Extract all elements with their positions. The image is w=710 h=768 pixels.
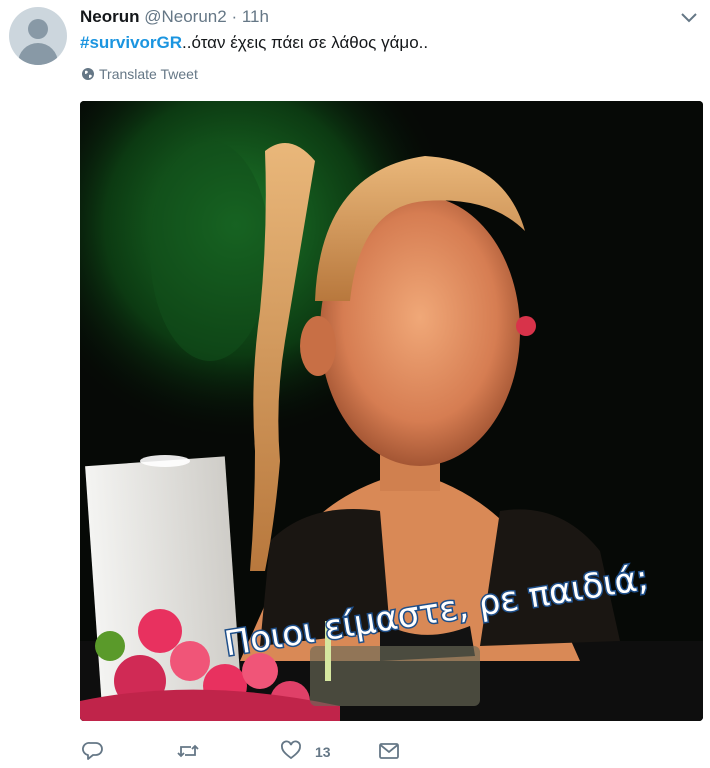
- photo-content: Ποιοι είμαστε, ρε παιδιά;: [80, 101, 703, 721]
- retweet-button[interactable]: [176, 740, 200, 762]
- header-separator: ·: [231, 7, 238, 26]
- tweet: Neorun @Neorun2 · 11h #survivorGR..όταν …: [0, 0, 710, 768]
- author-name[interactable]: Neorun: [80, 7, 140, 26]
- avatar[interactable]: [9, 7, 67, 65]
- tweet-timestamp[interactable]: 11h: [242, 7, 269, 26]
- author-handle[interactable]: @Neorun2: [144, 7, 226, 26]
- hashtag-link[interactable]: #survivorGR: [80, 33, 182, 52]
- tweet-text: #survivorGR..όταν έχεις πάει σε λάθος γά…: [80, 33, 428, 53]
- tweet-actions: 13: [80, 740, 420, 764]
- tweet-photo[interactable]: Ποιοι είμαστε, ρε παιδιά;: [80, 101, 703, 721]
- like-count: 13: [315, 744, 331, 760]
- tweet-header: Neorun @Neorun2 · 11h: [80, 7, 269, 27]
- tweet-body: ..όταν έχεις πάει σε λάθος γάμο..: [182, 33, 429, 52]
- direct-message-button[interactable]: [378, 740, 400, 762]
- chevron-down-icon[interactable]: [680, 12, 698, 24]
- reply-icon: [82, 742, 103, 760]
- like-button[interactable]: [280, 740, 302, 762]
- translate-tweet-link[interactable]: Translate Tweet: [81, 66, 198, 82]
- avatar-default-shoulders: [18, 43, 58, 65]
- retweet-icon: [177, 744, 199, 758]
- translate-label: Translate Tweet: [99, 66, 198, 82]
- reply-button[interactable]: [82, 740, 104, 762]
- globe-icon: [82, 68, 94, 80]
- heart-icon: [281, 740, 301, 760]
- envelope-icon: [379, 743, 399, 759]
- avatar-default-head: [28, 19, 48, 39]
